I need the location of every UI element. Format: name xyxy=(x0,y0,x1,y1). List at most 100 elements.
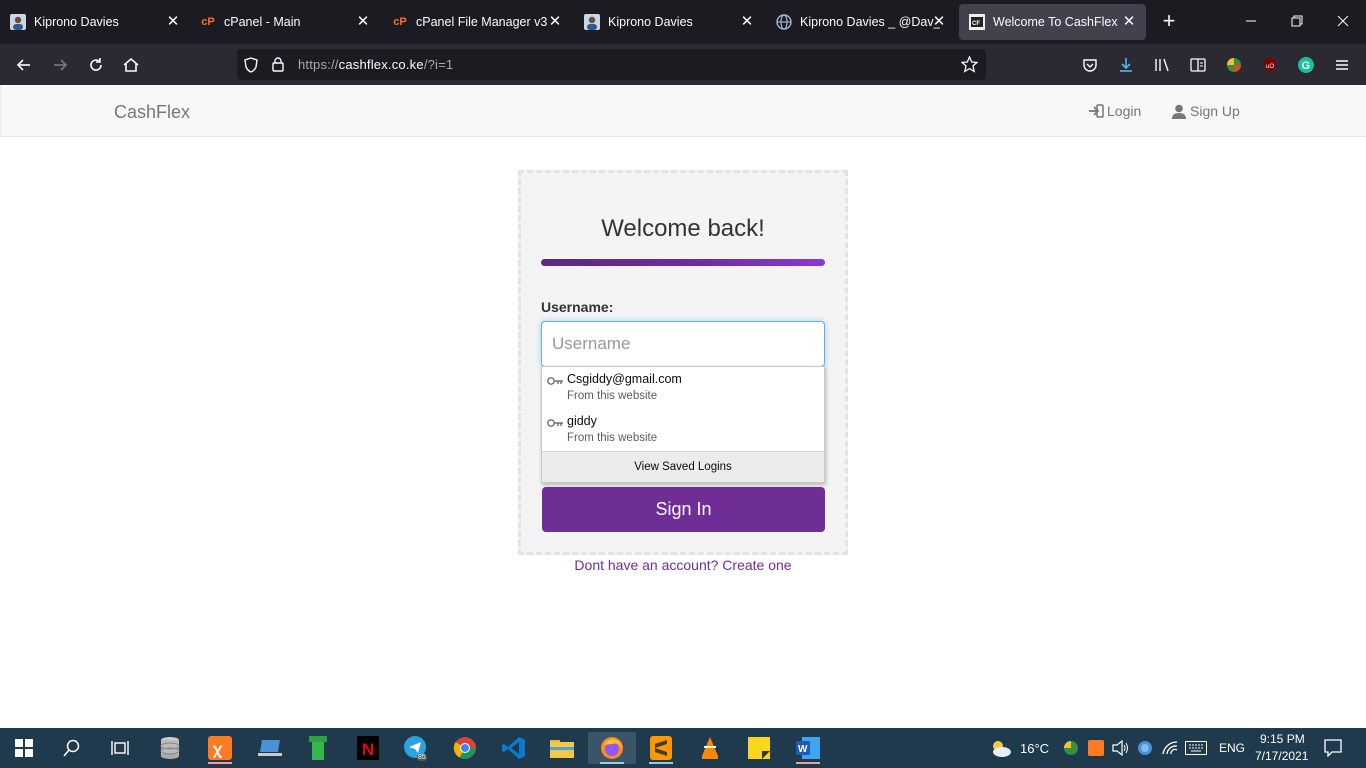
reload-icon[interactable] xyxy=(84,53,108,77)
windows-taskbar: ꭓ N 85 W 16°C ENG 9:15 PM 7/17/2021 xyxy=(0,728,1366,768)
wifi-icon[interactable] xyxy=(1161,740,1179,761)
downloads-icon[interactable] xyxy=(1114,53,1138,77)
username-label: Username: xyxy=(541,299,614,315)
clock-time[interactable]: 9:15 PM xyxy=(1260,732,1305,746)
ublock-icon[interactable]: uO xyxy=(1258,53,1282,77)
grammarly-icon[interactable]: G xyxy=(1294,53,1318,77)
cpanel-icon: cP xyxy=(201,16,215,28)
key-icon xyxy=(547,373,564,391)
tab-welcome-cashflex[interactable]: CF Welcome To CashFlex ✕ xyxy=(959,4,1146,40)
cpanel-icon: cP xyxy=(393,16,407,28)
word-icon[interactable]: W xyxy=(792,732,824,764)
chrome-icon[interactable] xyxy=(449,732,481,764)
login-link[interactable]: Login xyxy=(1088,103,1141,119)
saved-login-item[interactable]: Csgiddy@gmail.com From this website xyxy=(542,367,824,409)
tab-kiprono-davies-1[interactable]: Kiprono Davies ✕ xyxy=(0,4,190,40)
tab-title: Welcome To CashFlex xyxy=(993,15,1118,29)
file-explorer-icon[interactable] xyxy=(546,732,578,764)
restore-button[interactable] xyxy=(1285,10,1309,34)
globe-icon xyxy=(776,14,792,30)
windows-start-icon[interactable] xyxy=(8,732,40,764)
title-underline-bar xyxy=(541,259,825,266)
close-window-button[interactable] xyxy=(1331,10,1355,34)
tab-kiprono-davies-2[interactable]: Kiprono Davies ✕ xyxy=(574,4,764,40)
create-account-link[interactable]: Dont have an account? Create one xyxy=(0,557,1366,573)
vscode-icon[interactable] xyxy=(498,732,530,764)
tab-kiprono-davies-twitter[interactable]: Kiprono Davies _ @Dav_e ✕ xyxy=(766,4,956,40)
clock-date[interactable]: 7/17/2021 xyxy=(1255,749,1308,763)
new-tab-button[interactable]: + xyxy=(1158,10,1180,32)
close-icon[interactable]: ✕ xyxy=(738,13,756,31)
library-icon[interactable] xyxy=(1150,53,1174,77)
url-text[interactable]: https://cashflex.co.ke/?i=1 xyxy=(298,57,453,72)
saved-login-item[interactable]: giddy From this website xyxy=(542,409,824,451)
laptop-app-icon[interactable] xyxy=(254,732,286,764)
signup-link[interactable]: Sign Up xyxy=(1171,103,1240,119)
network-globe-icon[interactable] xyxy=(1137,740,1153,761)
svg-text:uO: uO xyxy=(1266,64,1274,70)
database-app-icon[interactable] xyxy=(154,732,186,764)
tab-title: Kiprono Davies _ @Dav_e xyxy=(800,15,940,29)
url-path: /?i=1 xyxy=(423,57,454,72)
reader-view-icon[interactable] xyxy=(1186,53,1210,77)
close-icon[interactable]: ✕ xyxy=(354,13,372,31)
saved-login-source: From this website xyxy=(567,432,658,444)
avatar-icon xyxy=(584,14,600,30)
tab-title: Kiprono Davies xyxy=(608,15,693,29)
saved-login-username: giddy xyxy=(567,414,597,428)
search-icon[interactable] xyxy=(56,732,88,764)
lock-icon[interactable] xyxy=(271,56,285,77)
active-indicator xyxy=(600,762,624,764)
svg-text:N: N xyxy=(362,740,374,759)
site-brand[interactable]: CashFlex xyxy=(114,102,190,123)
user-icon xyxy=(1172,104,1186,119)
extension-colorful-icon[interactable] xyxy=(1222,53,1246,77)
tab-cpanel-main[interactable]: cP cPanel - Main ✕ xyxy=(190,4,380,40)
tray-app-icon[interactable] xyxy=(1063,740,1079,761)
home-icon[interactable] xyxy=(119,53,143,77)
sticky-notes-icon[interactable] xyxy=(743,732,775,764)
bookmark-star-icon[interactable] xyxy=(960,55,979,78)
back-icon[interactable] xyxy=(12,53,36,77)
username-input[interactable] xyxy=(541,321,825,367)
forward-icon[interactable] xyxy=(48,53,72,77)
view-saved-logins-button[interactable]: View Saved Logins xyxy=(542,451,824,482)
telegram-badge: 85 xyxy=(417,754,427,761)
site-icon: CF xyxy=(969,14,985,30)
notification-icon[interactable] xyxy=(1324,739,1342,762)
xampp-icon[interactable]: ꭓ xyxy=(204,732,236,764)
svg-text:CF: CF xyxy=(972,21,980,27)
weather-icon[interactable] xyxy=(988,738,1012,763)
login-label: Login xyxy=(1107,103,1142,119)
firefox-icon[interactable] xyxy=(588,732,636,764)
tab-cpanel-file-manager[interactable]: cP cPanel File Manager v3 ✕ xyxy=(382,4,572,40)
weather-temp[interactable]: 16°C xyxy=(1020,741,1049,756)
close-icon[interactable]: ✕ xyxy=(164,13,182,31)
minimize-button[interactable] xyxy=(1239,10,1263,34)
address-bar[interactable]: https://cashflex.co.ke/?i=1 xyxy=(237,49,986,80)
telegram-icon[interactable]: 85 xyxy=(400,732,432,764)
saved-login-username: Csgiddy@gmail.com xyxy=(567,372,682,386)
saved-login-source: From this website xyxy=(567,390,658,402)
close-icon[interactable]: ✕ xyxy=(546,13,564,31)
keyboard-icon[interactable] xyxy=(1185,741,1207,760)
pocket-icon[interactable] xyxy=(1078,53,1102,77)
sign-in-button[interactable]: Sign In xyxy=(542,487,825,532)
running-indicator xyxy=(649,762,673,764)
menu-icon[interactable] xyxy=(1330,53,1354,77)
volume-icon[interactable] xyxy=(1112,739,1130,761)
task-view-icon[interactable] xyxy=(104,732,136,764)
xampp-tray-icon[interactable] xyxy=(1088,740,1104,761)
sublime-text-icon[interactable] xyxy=(645,732,677,764)
netflix-icon[interactable]: N xyxy=(352,732,384,764)
shield-icon[interactable] xyxy=(243,57,259,78)
browser-tab-bar: Kiprono Davies ✕ cP cPanel - Main ✕ cP c… xyxy=(0,0,1366,44)
vlc-icon[interactable] xyxy=(694,732,726,764)
svg-text:G: G xyxy=(1302,60,1311,72)
close-icon[interactable]: ✕ xyxy=(930,13,948,31)
page-title: Welcome back! xyxy=(601,215,765,242)
green-pipe-app-icon[interactable] xyxy=(302,732,334,764)
language-indicator[interactable]: ENG xyxy=(1219,741,1245,755)
close-icon[interactable]: ✕ xyxy=(1120,13,1138,31)
running-indicator xyxy=(796,762,820,764)
